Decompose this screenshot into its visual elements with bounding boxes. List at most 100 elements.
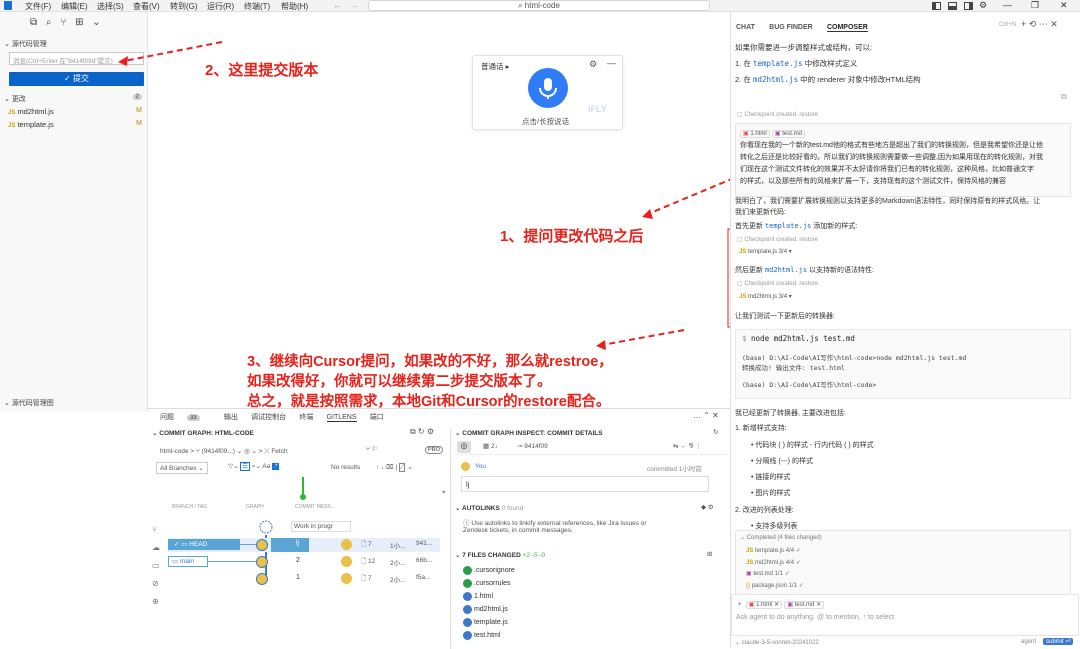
details-nav-icons[interactable]: ⇆ ← ⅋ ⋮ (673, 442, 702, 450)
commit-graph: ⌄ COMMIT GRAPH: HTML-CODE ⧉ ↻ ⚙ html-cod… (148, 427, 448, 649)
list-item[interactable]: md2html.js (463, 603, 515, 616)
bullet: • 代码块 ( ) 的样式 - 行内代码 ( ) 的样式 (751, 442, 874, 449)
file-chip[interactable]: ▣ test.md (771, 130, 805, 138)
commit-sha: 66b... (416, 557, 433, 564)
annotation-step3: 3、继续向Cursor提问，如果改的不好，那么就restroe， 如果改得好，你… (247, 352, 613, 412)
author-name[interactable]: You (475, 463, 486, 470)
tab-terminal[interactable]: 终端 (299, 414, 313, 421)
new-chat-shortcut: Ctrl+N (999, 22, 1017, 28)
author-avatar (341, 539, 352, 550)
copy-icon[interactable]: ⧉ (1061, 92, 1067, 102)
file-chip[interactable]: ▣ test.md ✕ (784, 601, 825, 609)
table-row[interactable]: 1 🗋 7 2小... f5a... (168, 572, 440, 586)
tab-chat[interactable]: CHAT (736, 24, 755, 31)
commit-time: 1小... (390, 543, 406, 550)
files-count: 🗋 7 (361, 575, 372, 582)
list-item[interactable]: {} package.json 1/1 ✓ (746, 581, 804, 593)
graph-toolbar-icons[interactable]: ⑂ ⚐ (366, 445, 378, 453)
avatar (256, 556, 268, 568)
voice-settings-icon[interactable]: ⚙ (589, 59, 597, 70)
checkpoint-restore[interactable]: ▢ Checkpoint created. restore (737, 280, 818, 287)
graph-minimap (300, 477, 306, 500)
table-row[interactable]: ✓ ▭ HEAD lj 🗋 7 1小... 941... (168, 538, 440, 552)
voice-hint: 点击/长按说话 (522, 117, 570, 126)
commit-sha: 941... (416, 540, 433, 547)
autolinks-settings-icon[interactable]: ◆ ⚙ (701, 503, 714, 511)
all-branches-select[interactable]: All Branches ⌄ (156, 462, 208, 474)
author-avatar (341, 573, 352, 584)
tab-composer[interactable]: COMPOSER (826, 24, 868, 32)
autolinks-header[interactable]: ⌄ AUTOLINKS 0 found (455, 504, 523, 512)
commit-icon[interactable]: ◎ (457, 441, 471, 453)
user-message: 你看现在我的一个新的test.md他的格式有些地方是超出了我们的转换规则，但是我… (740, 142, 1043, 185)
add-context-icon[interactable]: + (736, 602, 744, 608)
checkpoint-restore[interactable]: ▢ Checkpoint created. restore (737, 111, 818, 118)
work-in-progress-row[interactable]: Work in progr (291, 521, 351, 532)
col-graph: GRAPH (246, 504, 264, 510)
file-chip[interactable]: ▣ 1.html (740, 130, 770, 138)
tab-output[interactable]: 输出 (224, 414, 238, 421)
submit-button[interactable]: submit ⏎ (1043, 638, 1074, 645)
checkpoint-restore[interactable]: ▢ Checkpoint created. restore (737, 236, 818, 243)
tree-icon[interactable]: ▦ 2↓ (483, 442, 498, 450)
completed-header[interactable]: ⌄ Completed (4 files changed) (740, 534, 822, 541)
graph-filter-row: ▽⌄ ☰ ⌕⌄ Aa .* (228, 462, 279, 471)
list-item[interactable]: ▣ test.md 1/1 ✓ (746, 569, 804, 581)
commit-graph-title: ⌄ COMMIT GRAPH: HTML-CODE (152, 430, 254, 437)
composer-input[interactable]: + ▣ 1.html ✕ ▣ test.md ✕ Ask agent to do… (731, 594, 1079, 636)
list-item[interactable]: template.js (463, 616, 515, 629)
filter-icon[interactable]: ☰ (240, 462, 251, 471)
file-chip[interactable]: ▣ 1.html ✕ (745, 601, 783, 609)
reply-intro: 如果你需要进一步调整样式或结构，可以: (735, 43, 873, 52)
files-changed-header[interactable]: ⌄ 7 FILES CHANGED +2 -5 -0 (455, 551, 545, 559)
composer-panel: CHAT BUG FINDER COMPOSER Ctrl+N + ⟲ ⋯ ✕ … (730, 12, 1080, 648)
bullet: • 分隔线 (---) 的样式 (751, 458, 813, 465)
graph-actions-icon[interactable]: ⧉ ↻ ⚙ (410, 427, 434, 437)
model-select[interactable]: ⌄ claude-3-5-sonnet-20241022 (735, 639, 819, 646)
details-refresh-icon[interactable]: ↻ (713, 428, 718, 436)
annotation-step3-line1: 3、继续向Cursor提问，如果改的不好，那么就restroe， (247, 354, 613, 370)
graph-side-icons[interactable]: ⑂ ☁ ▭ ⊘ ⊕ (152, 521, 160, 611)
list-item[interactable]: JS template.js 4/4 ✓ (746, 546, 804, 558)
file-edit-chip[interactable]: JS md2html.js 3/4 ▾ (737, 293, 794, 300)
tab-bug-finder[interactable]: BUG FINDER (769, 24, 813, 31)
user-message-card: ▣ 1.html ▣ test.md 你看现在我的一个新的test.md他的格式… (735, 123, 1071, 197)
head-branch-badge: ✓ ▭ HEAD (168, 539, 240, 550)
list-item[interactable]: 1.html (463, 590, 515, 603)
commit-message: 2 (296, 557, 300, 564)
panel-more-icon[interactable]: … ⌃ ✕ (693, 411, 719, 420)
files-count: 🗋 7 (361, 541, 372, 548)
list-item[interactable]: .cursorrules (463, 577, 515, 590)
table-row[interactable]: ▭ main 2 🗋 12 2小... 66b... (168, 555, 440, 569)
tab-gitlens[interactable]: GITLENS (326, 414, 357, 422)
list-item[interactable]: test.html (463, 629, 515, 642)
agent-mode[interactable]: agent (1021, 639, 1036, 645)
list-item[interactable]: .cursorignore (463, 564, 515, 577)
voice-minimize-icon[interactable]: — (607, 58, 616, 68)
composer-actions-icon[interactable]: + ⟲ ⋯ ✕ (1021, 19, 1058, 30)
commit-time: 2小... (390, 577, 406, 584)
files-view-icon[interactable]: ⊞ (707, 550, 712, 558)
regex-icon[interactable]: .* (272, 463, 279, 470)
branch-ref[interactable]: (9414f09...) (202, 448, 235, 455)
tab-problems[interactable]: 问题 33 (160, 414, 211, 421)
tab-debug-console[interactable]: 调试控制台 (251, 414, 286, 421)
no-results: No results (331, 464, 361, 471)
repo-name[interactable]: html-code (160, 448, 189, 455)
list-item[interactable]: JS md2html.js 4/4 ✓ (746, 558, 804, 570)
commit-message: lj (296, 540, 300, 547)
first-update-line: 首先更新 template.js 添加新的样式: (735, 222, 858, 230)
fetch-button[interactable]: Fetch (271, 448, 287, 455)
graph-nav-icons[interactable]: ↑ ↓ ⌧ | ⟋ ⌄ (376, 463, 413, 472)
main-branch-badge: ▭ main (168, 556, 208, 567)
tab-ports[interactable]: 端口 (370, 414, 384, 421)
reply-list-item-1: 1. 在 template.js 中修改样式定义 (735, 59, 858, 68)
completed-list: JS template.js 4/4 ✓ JS md2html.js 4/4 ✓… (746, 546, 804, 592)
file-edit-chip[interactable]: JS template.js 3/4 ▾ (737, 248, 794, 255)
bottom-panel: 问题 33 输出 调试控制台 终端 GITLENS 端口 … ⌃ ✕ ⌄ COM… (148, 408, 730, 649)
summary-text: 我已经更新了转换器, 主要改进包括: (735, 410, 846, 417)
graph-scroll-icon[interactable]: ⌖ (442, 489, 446, 497)
input-placeholder[interactable]: Ask agent to do anything. @ to mention, … (736, 614, 894, 621)
microphone-button[interactable] (528, 68, 568, 108)
voice-mode-label[interactable]: 普通话 ▸ (481, 61, 509, 72)
